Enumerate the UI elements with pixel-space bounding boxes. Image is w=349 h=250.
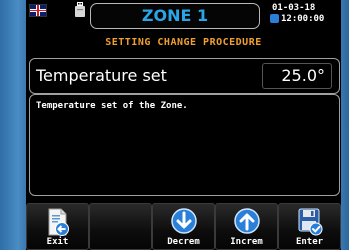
uk-flag-icon[interactable]: [29, 4, 47, 17]
device-bezel-left: [0, 0, 26, 250]
enter-button[interactable]: Enter: [278, 203, 341, 250]
exit-button[interactable]: Exit: [26, 203, 89, 250]
enter-button-label: Enter: [295, 237, 324, 247]
decrement-button[interactable]: Decrem: [152, 203, 215, 250]
usb-icon: [75, 2, 85, 17]
display-screen: ZONE 1 01-03-18 12:00:00 SETTING CHANGE …: [26, 0, 341, 250]
description-text: Temperature set of the Zone.: [36, 101, 188, 111]
increment-button[interactable]: Increm: [215, 203, 278, 250]
save-icon: [298, 208, 322, 236]
parameter-value-field[interactable]: 25.0°: [262, 63, 332, 89]
exit-button-label: Exit: [46, 237, 69, 247]
softkey-2[interactable]: [89, 203, 152, 250]
decrement-button-label: Decrem: [167, 237, 200, 247]
softkey-bar: Exit Decrem Increm Enter: [26, 203, 341, 250]
parameter-value: 25.0°: [281, 66, 325, 85]
parameter-row: Temperature set 25.0°: [29, 58, 340, 94]
device-bezel-right: [341, 0, 349, 250]
zone-title-box: ZONE 1: [90, 3, 260, 29]
arrow-up-icon: [233, 208, 260, 234]
zone-title: ZONE 1: [141, 6, 209, 25]
page-subtitle: SETTING CHANGE PROCEDURE: [105, 37, 262, 48]
time-display: 12:00:00: [281, 14, 325, 24]
increment-button-label: Increm: [230, 237, 263, 247]
arrow-down-icon: [170, 208, 197, 234]
exit-icon: [48, 208, 69, 236]
clock-icon: [270, 14, 279, 23]
parameter-label: Temperature set: [36, 66, 167, 85]
description-panel: Temperature set of the Zone.: [29, 94, 340, 196]
date-display: 01-03-18: [272, 3, 316, 13]
